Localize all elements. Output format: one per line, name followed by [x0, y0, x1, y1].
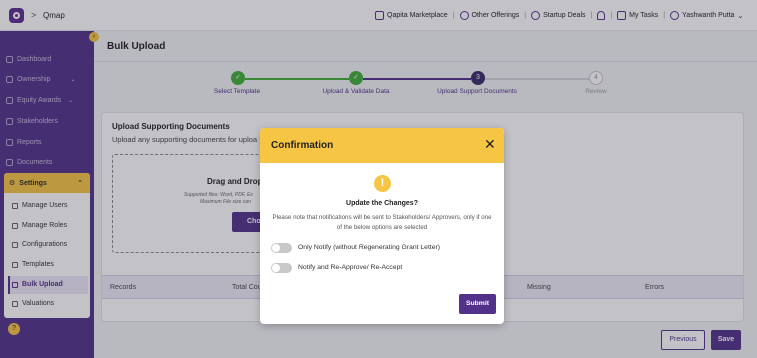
notify-reapprove-label: Notify and Re-Approve/ Re-Accept	[298, 264, 403, 271]
notify-reapprove-toggle[interactable]	[271, 263, 292, 273]
close-icon[interactable]: ✕	[484, 137, 496, 151]
only-notify-label: Only Notify (without Regenerating Grant …	[298, 244, 441, 251]
submit-button[interactable]: Submit	[459, 294, 496, 314]
dialog-note: Please note that notifications will be s…	[272, 214, 492, 231]
dialog-heading: Update the Changes?	[346, 200, 418, 207]
confirmation-dialog: Confirmation ✕ ! Update the Changes? Ple…	[260, 128, 504, 324]
dialog-title: Confirmation	[271, 140, 334, 151]
only-notify-toggle[interactable]	[271, 243, 292, 253]
warning-icon: !	[374, 175, 391, 192]
